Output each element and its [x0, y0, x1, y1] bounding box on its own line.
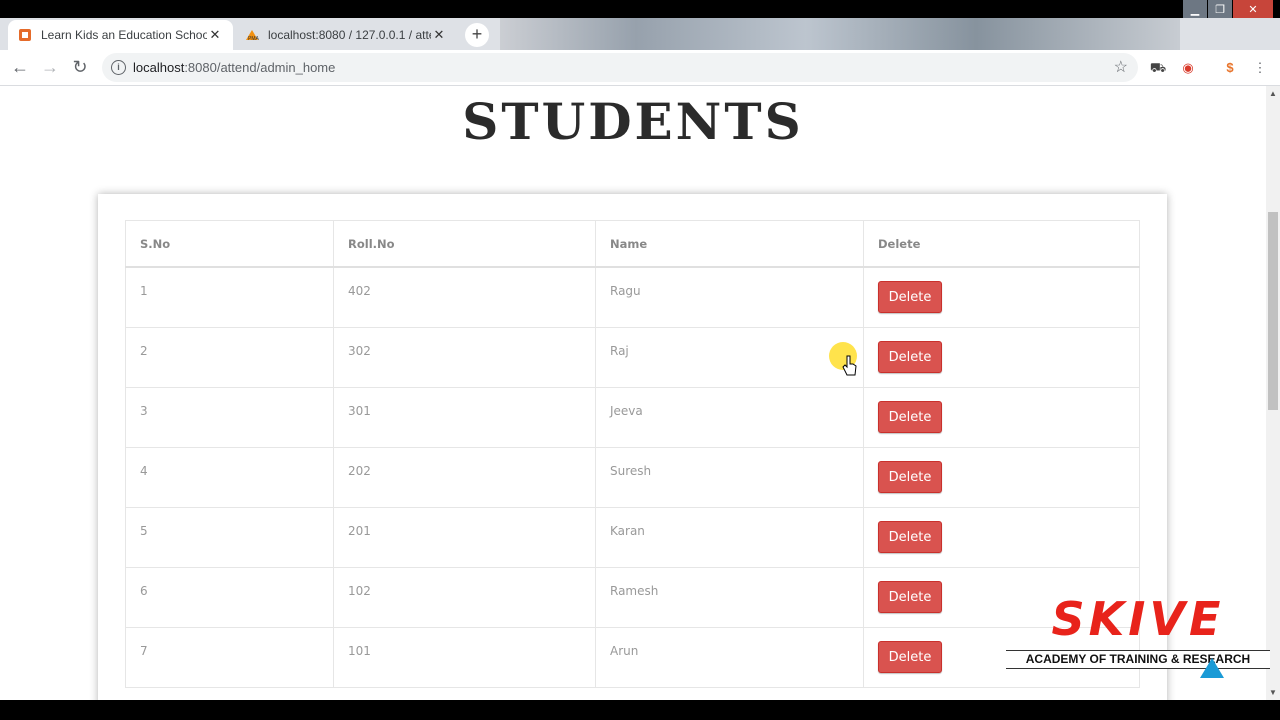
table-row: 4 202 Suresh Delete	[125, 446, 1140, 508]
table-row: 7 101 Arun Delete	[125, 626, 1140, 688]
delete-button[interactable]: Delete	[878, 520, 942, 553]
delete-button[interactable]: Delete	[878, 460, 942, 493]
cell-action: Delete	[863, 326, 1140, 388]
header-sno: S.No	[125, 220, 334, 268]
scrollbar-thumb[interactable]	[1268, 212, 1278, 410]
cell-name: Arun	[595, 626, 864, 688]
s-extension-icon[interactable]: $	[1221, 59, 1239, 77]
table-row: 6 102 Ramesh Delete	[125, 566, 1140, 628]
watermark-subtitle: ACADEMY OF TRAINING & RESEARCH	[1006, 650, 1270, 669]
maximize-button[interactable]: ❐	[1208, 0, 1232, 18]
window-close-button[interactable]: ✕	[1233, 0, 1273, 18]
cell-name: Ragu	[595, 266, 864, 328]
cell-name: Jeeva	[595, 386, 864, 448]
delete-button[interactable]: Delete	[878, 340, 942, 373]
cell-name: Raj	[595, 326, 864, 388]
cell-rollno: 102	[333, 566, 596, 628]
phpmyadmin-icon: PMA	[245, 28, 259, 42]
skive-watermark: SKIVE ACADEMY OF TRAINING & RESEARCH	[1004, 592, 1272, 678]
hand-cursor-icon	[842, 355, 857, 376]
new-tab-button[interactable]: +	[465, 23, 489, 47]
tab-close-icon[interactable]: ✕	[207, 27, 223, 43]
cell-sno: 1	[125, 266, 334, 328]
back-arrow-icon[interactable]: ←	[8, 56, 32, 80]
opera-extension-icon[interactable]: ◉	[1179, 59, 1197, 77]
page-title: STUDENTS	[462, 92, 804, 151]
table-row: 2 302 Raj Delete	[125, 326, 1140, 388]
watermark-arrow-icon	[1200, 658, 1224, 678]
tab-phpmyadmin[interactable]: PMA localhost:8080 / 127.0.0.1 / atten ✕	[235, 20, 457, 50]
cell-action: Delete	[863, 266, 1140, 328]
cell-sno: 7	[125, 626, 334, 688]
tab-title: Learn Kids an Education School C	[41, 28, 207, 42]
menu-dots-icon[interactable]: ⋮	[1251, 59, 1269, 77]
tab-learn-kids[interactable]: Learn Kids an Education School C ✕	[8, 20, 233, 50]
table-header-row: S.No Roll.No Name Delete	[125, 220, 1140, 268]
orange-square-icon	[18, 28, 32, 42]
cell-sno: 2	[125, 326, 334, 388]
cell-rollno: 302	[333, 326, 596, 388]
header-name: Name	[595, 220, 864, 268]
cell-rollno: 202	[333, 446, 596, 508]
cell-name: Ramesh	[595, 566, 864, 628]
address-bar[interactable]: i localhost:8080/attend/admin_home ☆	[102, 53, 1138, 82]
minimize-button[interactable]: ▁	[1183, 0, 1207, 18]
delete-button[interactable]: Delete	[878, 281, 942, 313]
cell-rollno: 402	[333, 266, 596, 328]
cell-sno: 5	[125, 506, 334, 568]
bookmark-star-icon[interactable]: ☆	[1114, 57, 1128, 77]
cell-sno: 4	[125, 446, 334, 508]
scroll-up-arrow-icon[interactable]: ▲	[1269, 89, 1277, 98]
cast-icon[interactable]: ⛟	[1149, 59, 1167, 77]
window-top-bar: ▁ ❐ ✕	[0, 0, 1280, 18]
forward-arrow-icon[interactable]: →	[38, 56, 62, 80]
delete-button[interactable]: Delete	[878, 640, 942, 673]
delete-button[interactable]: Delete	[878, 400, 942, 433]
watermark-title: SKIVE	[1051, 592, 1225, 646]
cell-rollno: 201	[333, 506, 596, 568]
header-delete: Delete	[863, 220, 1140, 268]
tab-title: localhost:8080 / 127.0.0.1 / atten	[268, 28, 431, 42]
table-row: 5 201 Karan Delete	[125, 506, 1140, 568]
cell-action: Delete	[863, 446, 1140, 508]
cell-rollno: 301	[333, 386, 596, 448]
cell-sno: 3	[125, 386, 334, 448]
tab-close-icon[interactable]: ✕	[431, 27, 447, 43]
cell-name: Karan	[595, 506, 864, 568]
cell-action: Delete	[863, 506, 1140, 568]
reload-icon[interactable]: ↻	[68, 56, 92, 80]
info-icon[interactable]: i	[111, 60, 126, 75]
cell-name: Suresh	[595, 446, 864, 508]
window-bottom-bar	[0, 700, 1280, 720]
svg-text:PMA: PMA	[248, 36, 259, 42]
table-row: 1 402 Ragu Delete	[125, 266, 1140, 328]
scroll-down-arrow-icon[interactable]: ▼	[1269, 688, 1277, 697]
delete-button[interactable]: Delete	[878, 580, 942, 613]
desktop-background	[500, 18, 1180, 50]
table-row: 3 301 Jeeva Delete	[125, 386, 1140, 448]
browser-toolbar: ← → ↻ i localhost:8080/attend/admin_home…	[0, 50, 1280, 86]
cell-sno: 6	[125, 566, 334, 628]
url-text[interactable]: localhost:8080/attend/admin_home	[133, 60, 335, 75]
students-table: S.No Roll.No Name Delete 1 402 Ragu Dele…	[125, 220, 1140, 688]
cell-action: Delete	[863, 386, 1140, 448]
cell-rollno: 101	[333, 626, 596, 688]
tab-strip: Learn Kids an Education School C ✕ PMA l…	[0, 18, 1280, 50]
header-rollno: Roll.No	[333, 220, 596, 268]
